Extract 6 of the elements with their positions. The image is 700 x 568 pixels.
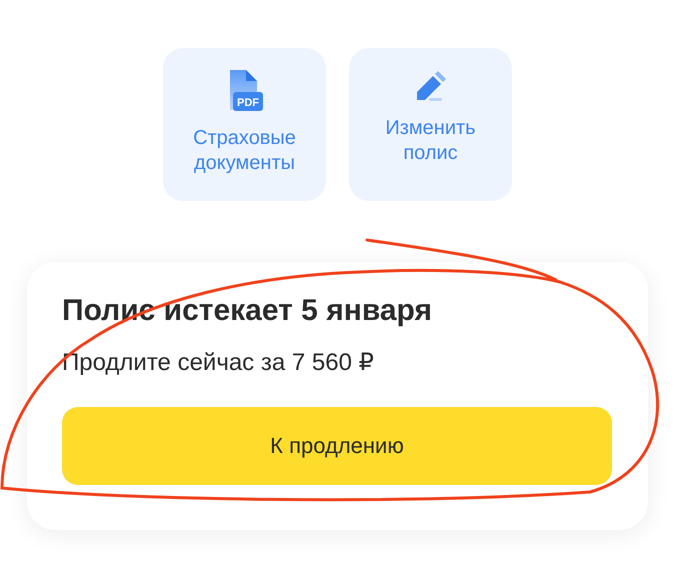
price-text: Продлите сейчас за 7 560 ₽	[62, 348, 375, 378]
card-title: Полис истекает 5 января	[62, 293, 433, 329]
action-tile[interactable]: PDF Страховые документы	[163, 48, 326, 201]
pencil-icon	[414, 70, 446, 102]
renew-button[interactable]: К продлению	[62, 407, 612, 485]
action-tile[interactable]: Изменить полис	[349, 48, 512, 201]
